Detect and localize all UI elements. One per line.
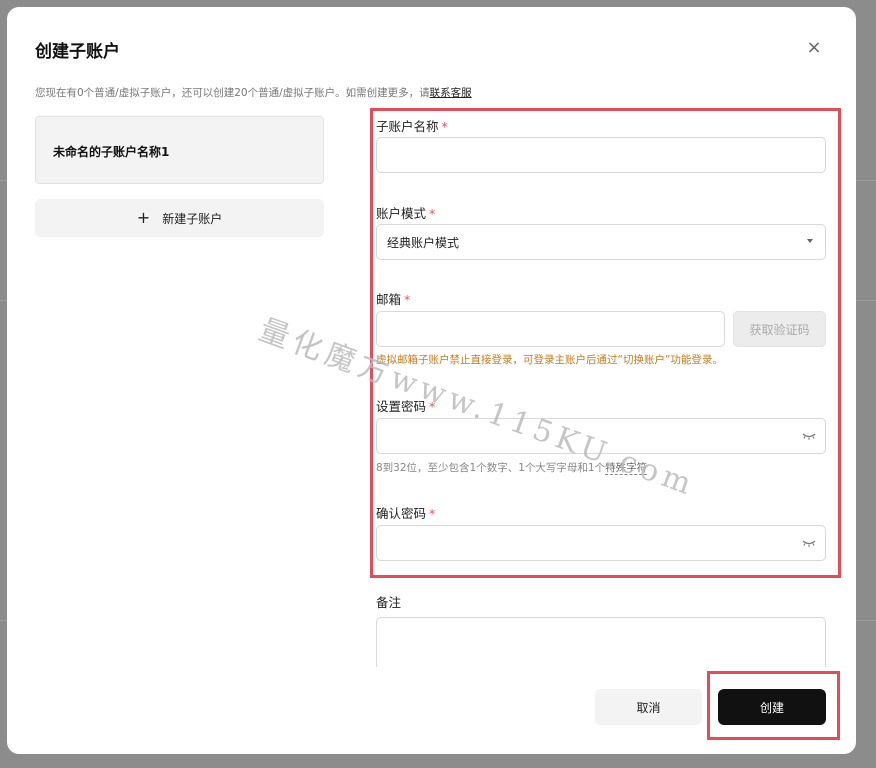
- dialog-title: 创建子账户: [35, 42, 120, 62]
- required-mark: *: [429, 399, 436, 414]
- eye-closed-icon[interactable]: [801, 429, 817, 443]
- password-input[interactable]: [376, 418, 826, 454]
- account-mode-select[interactable]: 经典账户模式: [376, 224, 826, 260]
- chevron-down-icon: [807, 239, 813, 243]
- subaccount-quota-notice: 您现在有0个普通/虚拟子账户，还可以创建20个普通/虚拟子账户。如需创建更多，请…: [35, 85, 472, 100]
- mode-field-label: 账户模式 *: [376, 206, 436, 221]
- account-mode-value: 经典账户模式: [387, 236, 460, 250]
- footer-divider: [7, 667, 856, 681]
- name-field-label: 子账户名称 *: [376, 119, 448, 134]
- required-mark: *: [429, 506, 436, 521]
- email-input[interactable]: [376, 311, 725, 347]
- notice-text: 您现在有0个普通/虚拟子账户，还可以创建20个普通/虚拟子账户。如需创建更多，请: [35, 87, 430, 99]
- get-verification-code-button[interactable]: 获取验证码: [733, 311, 826, 347]
- required-mark: *: [429, 206, 436, 221]
- subaccount-name-input[interactable]: [376, 137, 826, 173]
- confirm-password-field-label: 确认密码 *: [376, 506, 436, 521]
- add-subaccount-button[interactable]: + 新建子账户: [35, 199, 324, 237]
- email-field-label: 邮箱 *: [376, 292, 411, 307]
- create-subaccount-dialog: 创建子账户 × 您现在有0个普通/虚拟子账户，还可以创建20个普通/虚拟子账户。…: [7, 7, 856, 754]
- create-button[interactable]: 创建: [718, 689, 826, 725]
- close-icon[interactable]: ×: [805, 39, 823, 57]
- password-field-label: 设置密码 *: [376, 399, 436, 414]
- subaccount-list-item[interactable]: 未命名的子账户名称1: [35, 116, 324, 184]
- special-chars-tooltip[interactable]: 特殊字符: [605, 462, 648, 475]
- password-rules-hint: 8到32位，至少包含1个数字、1个大写字母和1个特殊字符: [376, 462, 648, 475]
- plus-icon: +: [136, 208, 151, 227]
- subaccount-name-label: 未命名的子账户名称1: [53, 145, 170, 159]
- remark-field-label: 备注: [376, 595, 402, 610]
- required-mark: *: [441, 119, 448, 134]
- confirm-password-input[interactable]: [376, 525, 826, 561]
- required-mark: *: [404, 292, 411, 307]
- contact-support-link[interactable]: 联系客服: [430, 87, 472, 99]
- eye-closed-icon[interactable]: [801, 536, 817, 550]
- cancel-button[interactable]: 取消: [595, 689, 702, 725]
- virtual-email-warning: 虚拟邮箱子账户禁止直接登录，可登录主账户后通过“切换账户”功能登录。: [376, 354, 723, 366]
- add-subaccount-label: 新建子账户: [162, 211, 223, 226]
